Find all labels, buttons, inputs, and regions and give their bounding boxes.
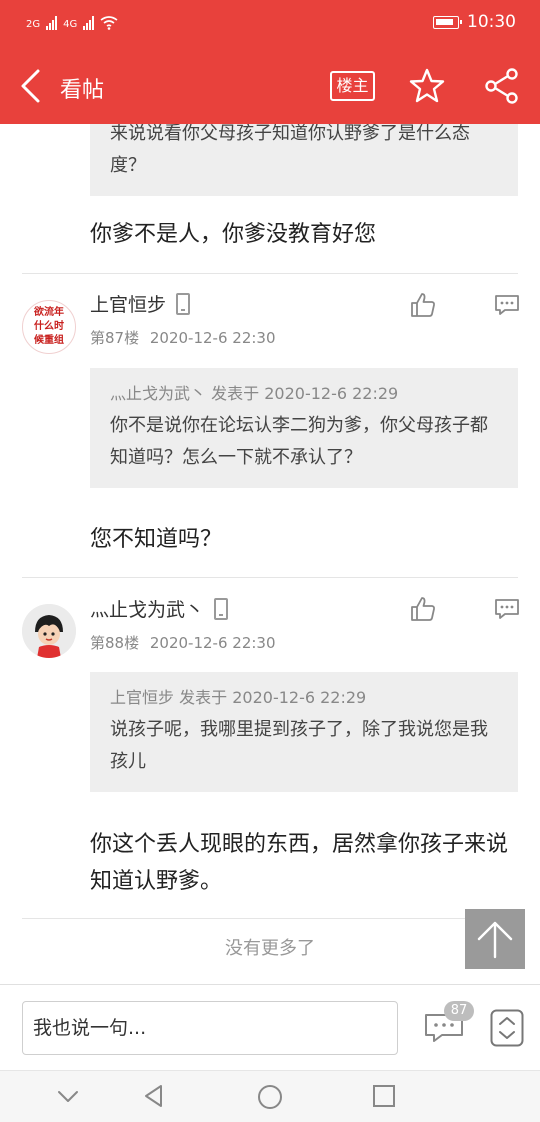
arrow-up-icon (477, 921, 513, 959)
floor-number: 第88楼 (90, 634, 140, 652)
avatar[interactable] (22, 604, 76, 658)
share-icon[interactable] (484, 68, 520, 104)
username-row: 灬止戈为武丶 (90, 595, 229, 622)
reply-text: 你爹不是人，你爹没教育好您 (90, 222, 377, 247)
network-label-1: 2G (26, 19, 41, 30)
username[interactable]: 灬止戈为武丶 (90, 595, 204, 622)
status-bar: 2G 4G 10:30 (0, 0, 540, 48)
reply-text: 您不知道吗？ (90, 527, 223, 552)
nav-back-icon[interactable] (141, 1083, 167, 1109)
comment-count-badge: 87 (444, 1001, 474, 1021)
comment-icon[interactable] (494, 598, 520, 620)
like-icon[interactable] (410, 596, 436, 622)
signal-group: 2G 4G (26, 14, 118, 30)
quote-author: 灬止戈为武丶 (110, 384, 207, 403)
star-icon[interactable] (408, 68, 446, 104)
reply-bar: 我也说一句... 87 (0, 984, 540, 1070)
system-nav-bar (0, 1070, 540, 1122)
quote-time: 2020-12-6 22:29 (232, 688, 367, 707)
username-row: 上官恒步 (90, 290, 191, 317)
nav-recents-icon[interactable] (371, 1083, 397, 1109)
like-icon[interactable] (410, 292, 436, 318)
quote-block: 上官恒步 发表于 2020-12-6 22:29 说孩子呢，我哪里提到孩子了，除… (90, 672, 518, 792)
comment-icon[interactable] (494, 294, 520, 316)
quote-block: 来说说看你父母孩子知道你认野爹了是什么态度？ (90, 124, 518, 196)
divider (22, 273, 518, 274)
app-header: 看帖 楼主 (0, 48, 540, 124)
post-time: 2020-12-6 22:30 (149, 329, 276, 347)
quote-time: 2020-12-6 22:29 (264, 384, 399, 403)
reply-input[interactable]: 我也说一句... (22, 1001, 398, 1055)
avatar-text-line: 欲流年 (34, 307, 64, 318)
quote-text: 来说说看你父母孩子知道你认野爹了是什么态度？ (110, 124, 470, 176)
quote-posted-label: 发表于 (179, 688, 228, 707)
quote-block: 灬止戈为武丶 发表于 2020-12-6 22:29 你不是说你在论坛认李二狗为… (90, 368, 518, 488)
expand-toggle-icon[interactable] (490, 1009, 524, 1047)
mobile-icon (176, 292, 191, 315)
divider (22, 577, 518, 578)
avatar-image (22, 604, 76, 658)
post-meta: 第88楼 2020-12-6 22:30 (90, 632, 276, 653)
page-title: 看帖 (60, 78, 105, 103)
quote-text: 你不是说你在论坛认李二狗为爹，你父母孩子都知道吗？怎么一下就不承认了？ (110, 415, 488, 468)
avatar-text-line: 什么时 (34, 321, 64, 332)
no-more-label: 没有更多了 (225, 938, 315, 959)
floor-number: 第87楼 (90, 329, 140, 347)
signal-icon (46, 14, 58, 30)
avatar[interactable]: 欲流年 什么时 候重组 (22, 300, 76, 354)
mobile-icon (214, 597, 229, 620)
signal-icon-2 (83, 14, 95, 30)
post-time: 2020-12-6 22:30 (149, 634, 276, 652)
quote-author: 上官恒步 (110, 688, 175, 707)
username[interactable]: 上官恒步 (90, 290, 166, 317)
nav-home-icon[interactable] (256, 1083, 284, 1111)
post-list[interactable]: 来说说看你父母孩子知道你认野爹了是什么态度？ 你爹不是人，你爹没教育好您 欲流年… (0, 124, 540, 984)
scroll-to-top-button[interactable] (465, 909, 525, 969)
quote-posted-label: 发表于 (211, 384, 260, 403)
reply-text: 你这个丢人现眼的东西，居然拿你孩子来说知道认野爹。 (90, 832, 509, 894)
wifi-icon (100, 16, 118, 30)
back-icon[interactable] (18, 68, 46, 104)
chevron-down-icon[interactable] (55, 1083, 81, 1109)
post-meta: 第87楼 2020-12-6 22:30 (90, 327, 276, 348)
avatar-text-line: 候重组 (34, 335, 64, 346)
quote-text: 说孩子呢，我哪里提到孩子了，除了我说您是我孩儿 (110, 719, 488, 772)
battery-icon (433, 15, 462, 29)
clock: 10:30 (467, 12, 516, 32)
network-label-2: 4G (63, 19, 78, 30)
quote-header: 上官恒步 发表于 2020-12-6 22:29 (110, 686, 498, 710)
quote-header: 灬止戈为武丶 发表于 2020-12-6 22:29 (110, 382, 498, 406)
divider (22, 918, 518, 919)
owner-only-button[interactable]: 楼主 (330, 71, 375, 101)
